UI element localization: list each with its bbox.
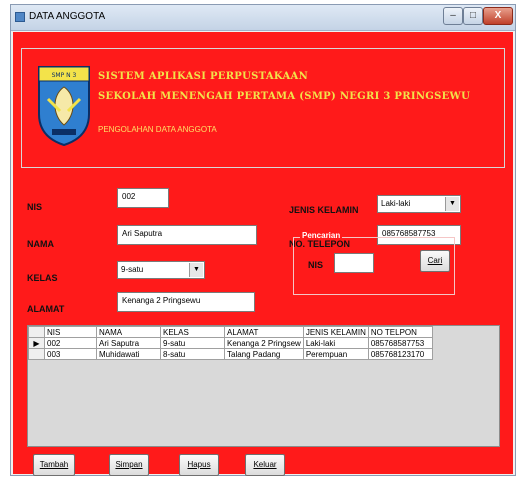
alamat-label: ALAMAT bbox=[27, 304, 65, 314]
minimize-icon: – bbox=[450, 10, 456, 21]
table-cell[interactable]: 003 bbox=[44, 348, 97, 360]
member-table[interactable]: NIS NAMA KELAS ALAMAT JENIS KELAMIN NO T… bbox=[27, 325, 500, 447]
cari-label: Cari bbox=[427, 256, 443, 265]
nama-field[interactable]: Ari Saputra bbox=[117, 225, 257, 245]
chevron-down-icon[interactable]: ▼ bbox=[189, 263, 203, 277]
alamat-field[interactable]: Kenanga 2 Pringsewu bbox=[117, 292, 255, 312]
table-row[interactable]: 003 Muhidawati 8-satu Talang Padang Pere… bbox=[28, 348, 433, 360]
simpan-label: Simpan bbox=[115, 460, 143, 469]
hapus-label: Hapus bbox=[187, 460, 211, 469]
simpan-button[interactable]: Simpan bbox=[109, 454, 149, 476]
jenis-kelamin-value: Laki-laki bbox=[381, 199, 411, 208]
row-selector-header bbox=[28, 326, 45, 338]
search-group-title: Pencarian bbox=[300, 231, 343, 240]
school-emblem-logo: SMP N 3 bbox=[38, 66, 90, 147]
search-nis-label: NIS bbox=[308, 260, 324, 270]
search-group: Pencarian NIS Cari bbox=[293, 231, 455, 295]
column-header[interactable]: NO TELPON bbox=[367, 326, 433, 338]
title-bar[interactable]: DATA ANGGOTA – □ X bbox=[11, 5, 515, 31]
table-cell[interactable]: 002 bbox=[44, 337, 97, 349]
table-cell[interactable]: 9-satu bbox=[160, 337, 225, 349]
column-header[interactable]: ALAMAT bbox=[224, 326, 304, 338]
row-pointer-icon: ▶ bbox=[28, 337, 45, 349]
app-icon bbox=[15, 12, 25, 22]
nama-label: NAMA bbox=[27, 239, 54, 249]
form-client-area: SMP N 3 SISTEM APLIKASI PERPUSTAKAAN SEK… bbox=[13, 32, 513, 476]
close-icon: X bbox=[494, 10, 502, 21]
chevron-down-icon[interactable]: ▼ bbox=[445, 197, 459, 211]
search-nis-input[interactable] bbox=[334, 253, 374, 273]
table-cell[interactable]: Ari Saputra bbox=[96, 337, 161, 349]
hapus-button[interactable]: Hapus bbox=[179, 454, 219, 476]
member-table-body: NIS NAMA KELAS ALAMAT JENIS KELAMIN NO T… bbox=[28, 326, 433, 360]
close-button[interactable]: X bbox=[483, 7, 513, 25]
page-subtitle: PENGOLAHAN DATA ANGGOTA bbox=[98, 125, 217, 134]
nis-field[interactable]: 002 bbox=[117, 188, 169, 208]
minimize-button[interactable]: – bbox=[443, 7, 463, 25]
maximize-button[interactable]: □ bbox=[463, 7, 483, 25]
nis-label: NIS bbox=[27, 202, 43, 212]
column-header[interactable]: KELAS bbox=[160, 326, 225, 338]
kelas-label: KELAS bbox=[27, 273, 58, 283]
svg-text:SMP N 3: SMP N 3 bbox=[52, 72, 77, 79]
jenis-kelamin-label: JENIS KELAMIN bbox=[289, 205, 359, 215]
table-cell[interactable]: Kenanga 2 Pringsew bbox=[224, 337, 304, 349]
school-title: SEKOLAH MENENGAH PERTAMA (SMP) NEGRI 3 P… bbox=[98, 91, 471, 102]
kelas-dropdown[interactable]: 9-satu ▼ bbox=[117, 261, 205, 279]
column-header[interactable]: NIS bbox=[44, 326, 97, 338]
table-cell[interactable]: 8-satu bbox=[160, 348, 225, 360]
header-banner: SMP N 3 SISTEM APLIKASI PERPUSTAKAAN SEK… bbox=[21, 48, 505, 168]
window-title: DATA ANGGOTA bbox=[29, 11, 106, 22]
jenis-kelamin-dropdown[interactable]: Laki-laki ▼ bbox=[377, 195, 461, 213]
kelas-value: 9-satu bbox=[121, 265, 144, 274]
column-header[interactable]: JENIS KELAMIN bbox=[302, 326, 369, 338]
maximize-icon: □ bbox=[469, 10, 477, 21]
tambah-button[interactable]: Tambah bbox=[33, 454, 75, 476]
app-title: SISTEM APLIKASI PERPUSTAKAAN bbox=[98, 71, 309, 82]
row-selector[interactable] bbox=[28, 348, 45, 360]
table-row[interactable]: ▶ 002 Ari Saputra 9-satu Kenanga 2 Pring… bbox=[28, 337, 433, 349]
cari-button[interactable]: Cari bbox=[420, 250, 450, 272]
table-cell[interactable]: Perempuan bbox=[302, 348, 369, 360]
table-cell[interactable]: Talang Padang bbox=[224, 348, 304, 360]
tambah-label: Tambah bbox=[39, 460, 69, 469]
table-cell[interactable]: 085768123170 bbox=[367, 348, 433, 360]
table-header-row: NIS NAMA KELAS ALAMAT JENIS KELAMIN NO T… bbox=[28, 326, 433, 338]
keluar-label: Keluar bbox=[253, 460, 277, 469]
column-header[interactable]: NAMA bbox=[96, 326, 161, 338]
table-cell[interactable]: Muhidawati bbox=[96, 348, 161, 360]
table-cell[interactable]: 085768587753 bbox=[367, 337, 433, 349]
keluar-button[interactable]: Keluar bbox=[245, 454, 285, 476]
table-cell[interactable]: Laki-laki bbox=[302, 337, 369, 349]
app-window: DATA ANGGOTA – □ X SMP N 3 SISTEM APLIKA… bbox=[10, 4, 516, 476]
